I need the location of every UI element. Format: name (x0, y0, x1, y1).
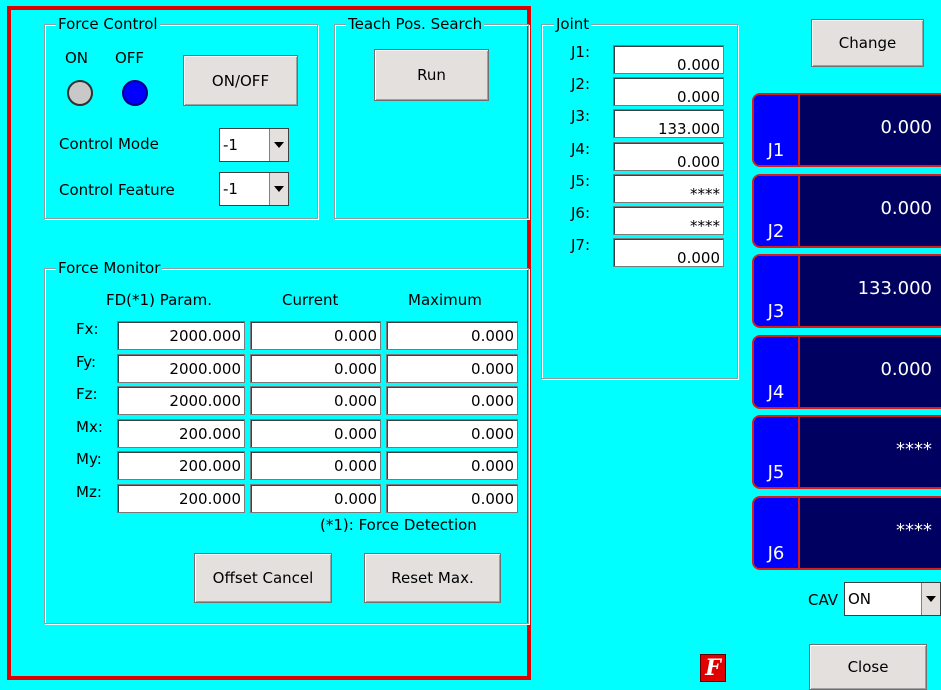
maximum-field: 0.000 (386, 451, 518, 480)
current-field: 0.000 (250, 354, 381, 383)
joint-display-tag: J1 (754, 95, 800, 165)
param-field[interactable]: 200.000 (117, 484, 245, 513)
joint-display-tag: J3 (754, 256, 800, 326)
param-field[interactable]: 200.000 (117, 451, 245, 480)
control-feature-select[interactable]: -1 (219, 172, 289, 206)
joint-display-tag: J5 (754, 417, 800, 487)
cav-value: ON (848, 590, 872, 608)
col-header-maximum: Maximum (408, 291, 482, 309)
maximum-field: 0.000 (386, 354, 518, 383)
on-label: ON (65, 49, 89, 67)
row-label: Mz: (76, 483, 102, 501)
joint-display-tag: J2 (754, 176, 800, 246)
control-feature-value: -1 (223, 180, 238, 198)
joint-display-value: 0.000 (880, 198, 932, 219)
maximum-field: 0.000 (386, 386, 518, 415)
joint-row-label: J5: (571, 172, 591, 190)
maximum-field: 0.000 (386, 419, 518, 448)
change-button[interactable]: Change (811, 19, 924, 67)
joint-display-j2: J2 0.000 (752, 174, 941, 248)
joint-value-field: **** (613, 174, 724, 203)
joint-display-j5: J5 **** (752, 415, 941, 489)
force-status-icon: F (700, 654, 726, 682)
chevron-down-icon[interactable] (269, 173, 288, 205)
joint-display-j1: J1 0.000 (752, 93, 941, 167)
joint-row-label: J7: (571, 236, 591, 254)
control-feature-label: Control Feature (59, 181, 175, 199)
joint-value-field: 0.000 (613, 142, 724, 171)
reset-max-button[interactable]: Reset Max. (364, 553, 501, 603)
control-mode-label: Control Mode (59, 135, 159, 153)
joint-value-field: 0.000 (613, 238, 724, 267)
off-label: OFF (115, 49, 145, 67)
force-control-title: Force Control (56, 15, 160, 33)
control-mode-select[interactable]: -1 (219, 128, 289, 162)
joint-row-label: J2: (571, 75, 591, 93)
joint-title: Joint (554, 15, 592, 33)
row-label: Fy: (76, 353, 97, 371)
teach-pos-search-title: Teach Pos. Search (346, 15, 485, 33)
close-button[interactable]: Close (809, 644, 927, 690)
current-field: 0.000 (250, 419, 381, 448)
joint-row-label: J4: (571, 140, 591, 158)
chevron-down-icon[interactable] (269, 129, 288, 161)
joint-value-field: **** (613, 206, 724, 235)
joint-display-tag: J6 (754, 498, 800, 568)
maximum-field: 0.000 (386, 484, 518, 513)
force-status-glyph: F (705, 655, 721, 681)
joint-display-value: 0.000 (880, 359, 932, 380)
current-field: 0.000 (250, 321, 381, 350)
joint-display-value: 0.000 (880, 117, 932, 138)
joint-row-label: J1: (571, 43, 591, 61)
joint-display-value: 133.000 (857, 278, 932, 299)
row-label: Mx: (76, 418, 103, 436)
on-off-button[interactable]: ON/OFF (183, 55, 298, 106)
param-field[interactable]: 2000.000 (117, 354, 245, 383)
current-field: 0.000 (250, 451, 381, 480)
joint-display-value: **** (896, 439, 932, 460)
joint-row-label: J6: (571, 204, 591, 222)
param-field[interactable]: 2000.000 (117, 386, 245, 415)
offset-cancel-button[interactable]: Offset Cancel (194, 553, 332, 603)
joint-display-value: **** (896, 520, 932, 541)
maximum-field: 0.000 (386, 321, 518, 350)
footnote: (*1): Force Detection (320, 516, 477, 534)
joint-row-label: J3: (571, 107, 591, 125)
row-label: My: (76, 450, 102, 468)
run-button[interactable]: Run (374, 49, 489, 101)
joint-display-tag: J4 (754, 337, 800, 407)
joint-value-field: 0.000 (613, 77, 724, 106)
joint-display-j6: J6 **** (752, 496, 941, 570)
param-field[interactable]: 200.000 (117, 419, 245, 448)
off-indicator (122, 80, 148, 106)
param-field[interactable]: 2000.000 (117, 321, 245, 350)
cav-label: CAV (808, 591, 839, 609)
row-label: Fx: (76, 320, 99, 338)
current-field: 0.000 (250, 484, 381, 513)
current-field: 0.000 (250, 386, 381, 415)
joint-display-j4: J4 0.000 (752, 335, 941, 409)
cav-select[interactable]: ON (844, 582, 941, 616)
joint-value-field: 133.000 (613, 109, 724, 138)
on-indicator (67, 80, 93, 106)
joint-value-field: 0.000 (613, 45, 724, 74)
row-label: Fz: (76, 385, 98, 403)
joint-display-j3: J3 133.000 (752, 254, 941, 328)
chevron-down-icon[interactable] (921, 583, 940, 615)
col-header-param: FD(*1) Param. (106, 291, 212, 309)
force-monitor-title: Force Monitor (56, 259, 163, 277)
col-header-current: Current (282, 291, 339, 309)
control-mode-value: -1 (223, 136, 238, 154)
